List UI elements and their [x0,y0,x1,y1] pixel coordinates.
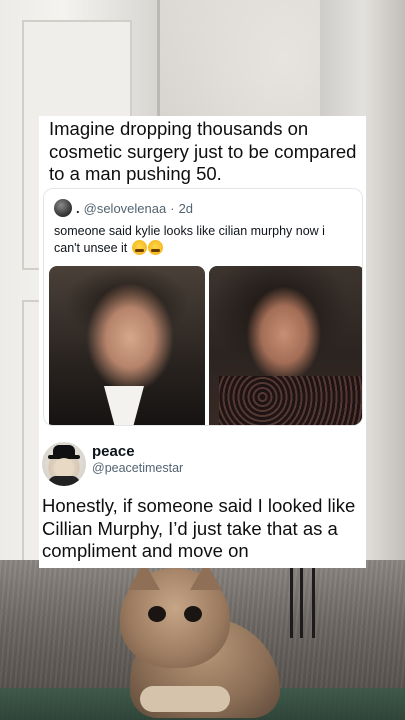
quote-body-text: Honestly, if someone said I looked like … [42,495,356,561]
tweet-display-name: . [76,200,80,216]
tweet-separator: · [170,200,175,216]
crying-laughing-emoji-icon [147,240,163,255]
embedded-tweet[interactable]: . @selovelenaa · 2d someone said kylie l… [43,188,363,426]
quote-avatar[interactable] [42,442,86,486]
background-cat [120,562,280,718]
tweet-photo-left[interactable] [49,266,205,425]
tweet-avatar[interactable] [54,199,72,217]
tweet-handle[interactable]: @selovelenaa [84,201,167,216]
tweet-photo-right[interactable] [209,266,362,425]
background-stool [290,568,316,638]
tweet-age[interactable]: 2d [179,201,193,216]
tweet-header: . @selovelenaa · 2d [54,199,193,217]
quote-author-handle[interactable]: @peacetimestar [92,461,183,475]
post-headline: Imagine dropping thousands on cosmetic s… [49,118,357,184]
post-card: Imagine dropping thousands on cosmetic s… [39,116,366,568]
quote-author-name[interactable]: peace [92,443,135,460]
tweet-text: someone said kylie looks like cilian mur… [54,223,354,257]
crying-laughing-emoji-icon [131,240,147,255]
tweet-text-body: someone said kylie looks like cilian mur… [54,224,325,255]
